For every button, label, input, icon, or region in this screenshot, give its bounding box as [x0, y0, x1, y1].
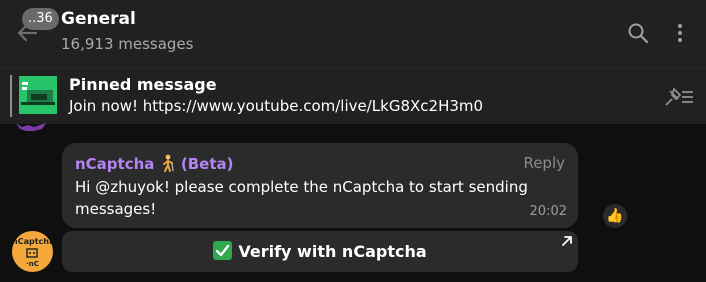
message-bubble[interactable]: nCaptcha (Beta) Reply Hi @zhuyok! please…	[62, 143, 578, 228]
external-arrow-icon	[562, 236, 572, 246]
pinned-text: Join now! https://www.youtube.com/live/L…	[69, 97, 484, 115]
sender-name[interactable]: nCaptcha (Beta)	[75, 154, 234, 173]
chat-title[interactable]: General	[61, 9, 136, 29]
avatar-top-text: nCaptcha	[12, 237, 53, 246]
message-time: 20:02	[529, 204, 567, 219]
verify-button[interactable]: Verify with nCaptcha	[62, 231, 578, 272]
sender-name-text: nCaptcha	[75, 155, 155, 173]
more-vertical-icon[interactable]	[668, 21, 692, 45]
robot-face-icon	[26, 248, 38, 258]
message-count: 16,913 messages	[61, 35, 194, 53]
unread-count-badge[interactable]: ..36	[22, 8, 59, 30]
pinned-indicator-line	[10, 75, 12, 117]
person-with-cane-emoji-icon	[162, 154, 174, 172]
reaction-button[interactable]: 👍	[603, 204, 627, 228]
unpin-icon[interactable]	[662, 85, 696, 109]
bot-avatar[interactable]: nCaptcha ·nC	[12, 231, 53, 272]
pinned-thumbnail	[19, 76, 57, 114]
reply-button[interactable]: Reply	[523, 154, 565, 172]
verify-label-text: Verify with nCaptcha	[238, 242, 427, 261]
verify-label: Verify with nCaptcha	[62, 241, 578, 261]
chat-header: ..36 General 16,913 messages	[0, 0, 706, 68]
sender-suffix: (Beta)	[180, 155, 234, 173]
pinned-title: Pinned message	[69, 75, 217, 94]
avatar-bottom-text: ·nC	[26, 260, 39, 268]
message-text: Hi @zhuyok! please complete the nCaptcha…	[75, 178, 528, 218]
sticker-fragment-icon	[16, 123, 46, 131]
pinned-message-bar[interactable]: Pinned message Join now! https://www.you…	[0, 68, 706, 124]
check-mark-button-icon	[213, 241, 233, 260]
thumbnail-image-icon	[19, 76, 57, 114]
search-icon[interactable]	[626, 21, 650, 45]
